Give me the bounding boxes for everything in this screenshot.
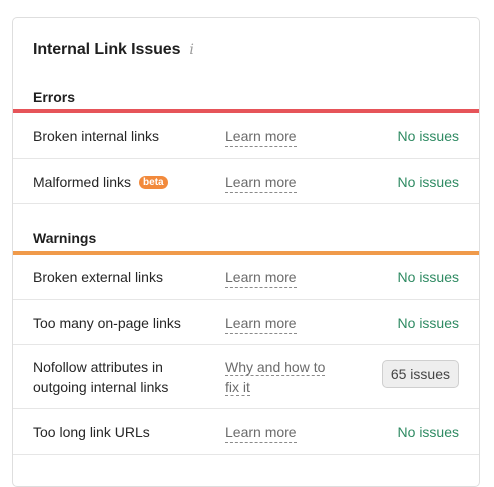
beta-badge: beta: [139, 175, 168, 189]
status-text: No issues: [397, 269, 459, 285]
why-and-how-link[interactable]: Why and how to fix it: [225, 357, 345, 397]
errors-title: Errors: [33, 89, 76, 105]
table-row: Broken internal links Learn more No issu…: [13, 113, 479, 159]
link-line[interactable]: fix it: [225, 379, 250, 396]
status-text: No issues: [397, 174, 459, 190]
learn-more-link[interactable]: Learn more: [225, 313, 297, 334]
status-text: No issues: [397, 424, 459, 440]
table-row: Nofollow attributes in outgoing internal…: [13, 345, 479, 409]
issues-count-button[interactable]: 65 issues: [381, 360, 459, 388]
status-text: No issues: [397, 315, 459, 331]
learn-more-link[interactable]: Learn more: [225, 172, 297, 193]
table-row: Malformed links beta Learn more No issue…: [13, 159, 479, 204]
row-name: Too many on-page links: [33, 315, 181, 331]
row-name: Nofollow attributes in outgoing internal…: [33, 357, 168, 397]
card-header: Internal Link Issues i: [33, 41, 194, 59]
learn-more-link[interactable]: Learn more: [225, 267, 297, 288]
row-name: Broken internal links: [33, 128, 160, 144]
status-text: No issues: [397, 128, 459, 144]
link-line[interactable]: Why and how to: [225, 359, 326, 376]
table-row: Too many on-page links Learn more No iss…: [13, 300, 479, 345]
table-row: Too long link URLs Learn more No issues: [13, 409, 479, 455]
info-icon[interactable]: i: [189, 43, 193, 57]
card-title: Internal Link Issues: [33, 41, 181, 58]
row-name-label: Malformed links: [33, 174, 132, 190]
learn-more-link[interactable]: Learn more: [225, 126, 297, 147]
row-name: Too long link URLs: [33, 424, 150, 440]
row-name-line: outgoing internal links: [33, 379, 169, 395]
internal-link-issues-card: Internal Link Issues i Errors Broken int…: [12, 17, 480, 487]
row-name: Broken external links: [33, 269, 163, 285]
errors-section-header: Errors: [13, 89, 479, 113]
warnings-section-header: Warnings: [13, 230, 479, 255]
table-row: Broken external links Learn more No issu…: [13, 255, 479, 300]
row-name-line: Nofollow attributes in: [33, 359, 163, 375]
learn-more-link[interactable]: Learn more: [225, 422, 297, 443]
row-name: Malformed links beta: [33, 172, 168, 192]
warnings-title: Warnings: [33, 230, 97, 246]
